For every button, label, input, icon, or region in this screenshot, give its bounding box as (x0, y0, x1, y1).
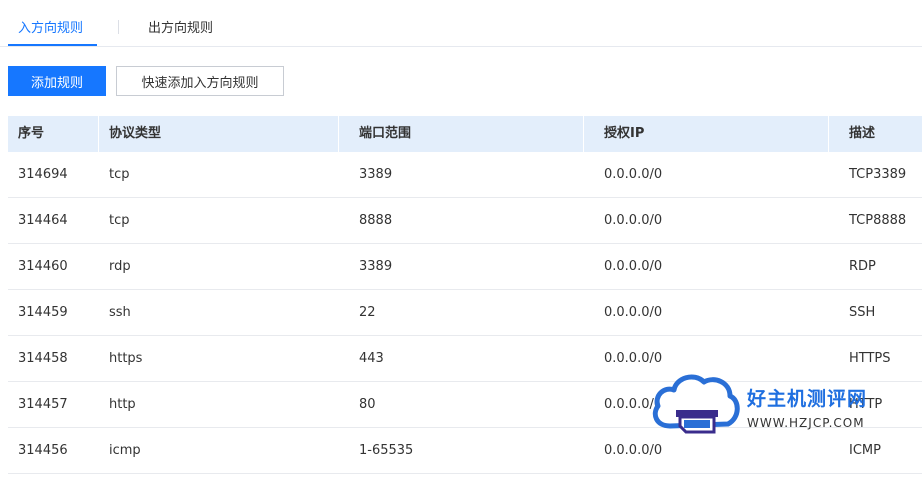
cell-id: 314694 (18, 167, 68, 182)
active-tab-indicator (8, 44, 97, 46)
tab-inbound-rules[interactable]: 入方向规则 (18, 17, 83, 36)
add-rule-button[interactable]: 添加规则 (8, 66, 106, 96)
cell-protocol: https (109, 351, 143, 366)
cell-protocol: ssh (109, 305, 131, 320)
table-row: 314459 ssh 22 0.0.0.0/0 SSH (8, 290, 922, 336)
column-divider (583, 116, 584, 152)
cell-id: 314464 (18, 213, 68, 228)
cell-description: TCP3389 (849, 167, 907, 182)
tab-bar: 入方向规则 出方向规则 (0, 0, 922, 47)
cell-protocol: http (109, 397, 136, 412)
cell-authorized-ip: 0.0.0.0/0 (604, 259, 663, 274)
cell-port-range: 3389 (359, 259, 393, 274)
cell-id: 314456 (18, 443, 68, 458)
tab-divider (118, 20, 119, 34)
column-header-description: 描述 (849, 126, 876, 141)
cell-protocol: icmp (109, 443, 141, 458)
cell-port-range: 22 (359, 305, 376, 320)
cell-port-range: 80 (359, 397, 376, 412)
cell-port-range: 3389 (359, 167, 393, 182)
cell-id: 314459 (18, 305, 68, 320)
table-header: 序号 协议类型 端口范围 授权IP 描述 (8, 116, 922, 152)
cell-authorized-ip: 0.0.0.0/0 (604, 305, 663, 320)
cell-port-range: 8888 (359, 213, 393, 228)
cell-description: TCP8888 (849, 213, 907, 228)
tab-outbound-rules[interactable]: 出方向规则 (148, 17, 213, 36)
watermark-title: 好主机测评网 (747, 388, 868, 410)
cell-protocol: tcp (109, 167, 130, 182)
cell-authorized-ip: 0.0.0.0/0 (604, 167, 663, 182)
column-divider (338, 116, 339, 152)
quick-add-inbound-rule-button[interactable]: 快速添加入方向规则 (116, 66, 284, 96)
cell-description: RDP (849, 259, 876, 274)
column-divider (828, 116, 829, 152)
column-header-authorized-ip: 授权IP (604, 126, 645, 141)
cell-port-range: 443 (359, 351, 384, 366)
site-watermark: 好主机测评网 WWW.HZJCP.COM (650, 370, 912, 440)
cell-port-range: 1-65535 (359, 443, 414, 458)
cell-id: 314460 (18, 259, 68, 274)
column-header-id: 序号 (18, 126, 45, 141)
column-header-port-range: 端口范围 (359, 126, 412, 141)
cloud-logo-icon (652, 374, 740, 434)
watermark-url: WWW.HZJCP.COM (747, 416, 865, 430)
column-divider (98, 116, 99, 152)
table-row: 314460 rdp 3389 0.0.0.0/0 RDP (8, 244, 922, 290)
cell-protocol: tcp (109, 213, 130, 228)
column-header-protocol: 协议类型 (109, 126, 162, 141)
cell-id: 314458 (18, 351, 68, 366)
cell-description: SSH (849, 305, 876, 320)
cell-id: 314457 (18, 397, 68, 412)
table-row: 314694 tcp 3389 0.0.0.0/0 TCP3389 (8, 152, 922, 198)
cell-authorized-ip: 0.0.0.0/0 (604, 213, 663, 228)
table-row: 314464 tcp 8888 0.0.0.0/0 TCP8888 (8, 198, 922, 244)
cell-protocol: rdp (109, 259, 131, 274)
